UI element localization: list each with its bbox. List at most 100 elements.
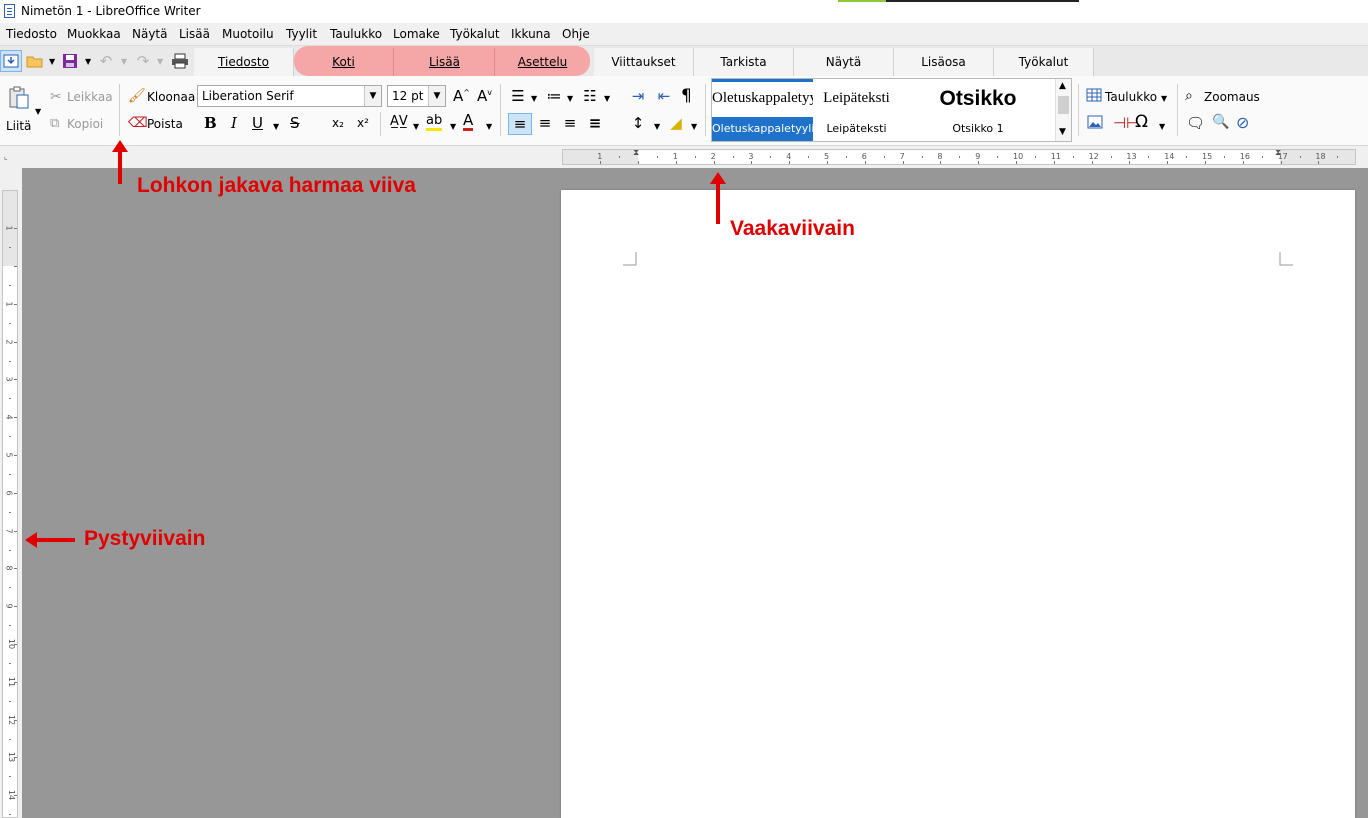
menu-tiedosto[interactable]: Tiedosto [6,27,57,41]
tab-tarkista[interactable]: Tarkista [694,48,794,76]
tab-nayta[interactable]: Näytä [794,48,894,76]
menu-tyokalut[interactable]: Työkalut [450,27,500,41]
font-size-dropdown-icon[interactable]: ▼ [428,86,445,106]
menu-taulukko[interactable]: Taulukko [330,27,382,41]
menu-muotoilu[interactable]: Muotoilu [222,27,274,41]
line-spacing-dropdown-caret-icon[interactable]: ▼ [654,122,660,131]
line-spacing-icon[interactable]: ↕ [628,115,648,131]
tab-lisaosa[interactable]: Lisäosa [894,48,994,76]
shrink-font-icon[interactable]: Av [477,87,492,105]
font-name-combobox[interactable]: Liberation Serif ▼ [197,85,382,107]
document-page[interactable] [561,190,1355,818]
special-character-dropdown-caret-icon[interactable]: ▼ [1159,122,1165,131]
save-icon[interactable] [60,50,80,72]
tab-lisaa[interactable]: Lisää [395,48,495,76]
navigator-icon[interactable]: ⊘ [1236,113,1249,132]
highlighting-icon[interactable]: ab [426,114,443,131]
italic-button[interactable]: I [231,114,237,132]
chevron-up-icon[interactable]: ▲ [1059,81,1066,91]
formatting-marks-button[interactable]: ¶ [681,86,692,106]
background-color-dropdown-caret-icon[interactable]: ▼ [691,122,697,131]
menu-tyylit[interactable]: Tyylit [286,27,317,41]
horizontal-ruler[interactable]: 1 1 2 3 4 5 6 7 8 9 10 11 12 13 14 15 16 17 18 ⧗ ⧗ [562,149,1356,165]
table-icon[interactable] [1086,88,1102,105]
paste-label[interactable]: Liitä [6,119,31,133]
undo-dropdown-caret-icon[interactable]: ▼ [121,57,127,66]
underline-button[interactable]: U [252,114,263,132]
increase-indent-icon[interactable]: ⇥ [628,88,648,104]
unordered-list-icon[interactable]: ☰ [508,88,528,104]
table-label[interactable]: Taulukko [1105,90,1157,104]
grow-font-icon[interactable]: A^ [453,87,470,105]
outline-list-dropdown-caret-icon[interactable]: ▼ [604,94,610,103]
menu-lomake[interactable]: Lomake [393,27,440,41]
tab-viittaukset[interactable]: Viittaukset [594,48,694,76]
ordered-list-dropdown-caret-icon[interactable]: ▼ [567,94,573,103]
special-character-icon[interactable]: Ω [1135,112,1148,132]
font-color-dropdown-caret-icon[interactable]: ▼ [486,122,492,131]
comment-icon[interactable]: 🗨 [1186,114,1205,132]
decrease-indent-icon[interactable]: ⇤ [654,88,674,104]
paste-icon[interactable] [8,86,32,110]
character-spacing-icon[interactable]: A̲V̲ [390,114,408,129]
track-changes-icon[interactable]: 🔍 [1212,114,1229,130]
clone-label[interactable]: Kloonaa [147,90,195,104]
tab-asettelu[interactable]: Asettelu [495,48,590,76]
style-tile-body-text[interactable]: Leipäteksti Leipäteksti [813,79,900,141]
superscript-button[interactable]: x² [357,116,369,130]
clear-formatting-icon[interactable]: ⌫ [128,115,148,131]
paste-dropdown-caret-icon[interactable]: ▼ [35,107,41,116]
cut-label[interactable]: Leikkaa [67,90,113,104]
menu-nayta[interactable]: Näytä [132,27,168,41]
paragraph-style-gallery[interactable]: Oletuskappaletyyli Oletuskappaletyyli Le… [711,78,1072,142]
save-dropdown-caret-icon[interactable]: ▼ [85,57,91,66]
justify-icon[interactable]: ≡ [585,115,605,131]
menu-muokkaa[interactable]: Muokkaa [67,27,121,41]
style-gallery-scroll-thumb[interactable] [1058,96,1069,114]
style-tile-heading-1[interactable]: Otsikko Otsikko 1 [900,79,1056,141]
font-size-combobox[interactable]: 12 pt ▼ [387,85,446,107]
cut-icon[interactable]: ✂ [50,89,62,105]
open-dropdown-caret-icon[interactable]: ▼ [49,57,55,66]
align-center-icon[interactable]: ≡ [535,115,555,131]
open-folder-icon[interactable] [25,50,45,72]
style-tile-default[interactable]: Oletuskappaletyyli Oletuskappaletyyli [712,79,814,141]
zoom-label[interactable]: Zoomaus [1204,90,1260,104]
character-spacing-dropdown-caret-icon[interactable]: ▼ [413,122,419,131]
style-gallery-scrollbar[interactable]: ▲ ▼ [1055,79,1071,141]
strikethrough-button[interactable]: S [290,114,300,132]
align-left-icon[interactable]: ≡ [508,113,532,135]
menu-ikkuna[interactable]: Ikkuna [511,27,551,41]
font-name-dropdown-icon[interactable]: ▼ [364,86,381,106]
menu-lisaa[interactable]: Lisää [179,27,210,41]
chevron-down-icon[interactable]: ▼ [1059,127,1066,137]
clear-label[interactable]: Poista [147,117,183,131]
print-icon[interactable] [170,50,190,72]
tab-tyokalut[interactable]: Työkalut [994,48,1094,76]
menu-ohje[interactable]: Ohje [562,27,590,41]
zoom-icon[interactable]: ⌕ [1185,88,1193,104]
image-icon[interactable] [1087,115,1103,132]
font-color-icon[interactable]: A [463,113,474,131]
bold-button[interactable]: B [204,114,217,132]
subscript-button[interactable]: x₂ [332,116,344,130]
highlighting-dropdown-caret-icon[interactable]: ▼ [450,122,456,131]
copy-label[interactable]: Kopioi [67,117,103,131]
align-right-icon[interactable]: ≡ [560,115,580,131]
undo-icon[interactable]: ↶ [96,50,116,72]
unordered-list-dropdown-caret-icon[interactable]: ▼ [531,94,537,103]
save-to-device-icon[interactable] [0,50,22,72]
copy-icon[interactable]: ⧉ [50,116,59,131]
tab-koti[interactable]: Koti [294,48,394,76]
clone-formatting-icon[interactable]: 🖌 [128,88,146,104]
right-indent-marker-icon[interactable]: ⧗ [1275,150,1281,158]
outline-list-icon[interactable]: ☷ [580,88,600,104]
table-dropdown-caret-icon[interactable]: ▼ [1161,94,1167,103]
left-indent-marker-icon[interactable]: ⧗ [633,150,639,158]
redo-dropdown-caret-icon[interactable]: ▼ [157,57,163,66]
ordered-list-icon[interactable]: ≔ [544,88,564,104]
tab-tiedosto[interactable]: Tiedosto [194,48,294,76]
background-color-icon[interactable]: ◢ [666,115,686,131]
underline-dropdown-caret-icon[interactable]: ▼ [273,122,279,131]
vertical-ruler[interactable]: 1 1 2 3 4 5 6 7 8 9 10 11 12 13 14 [2,190,18,818]
